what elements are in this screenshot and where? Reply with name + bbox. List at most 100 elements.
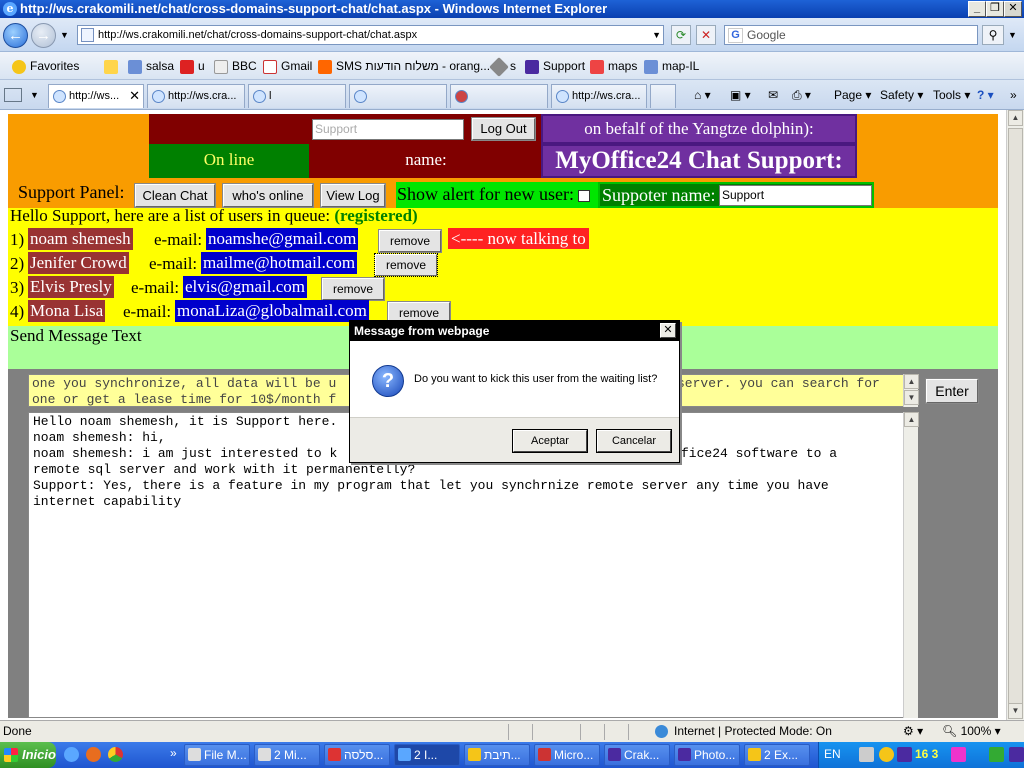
task-file-manager[interactable]: File M...: [184, 744, 250, 766]
mail-icon[interactable]: ✉: [768, 87, 778, 103]
stop-icon[interactable]: ✕: [696, 25, 716, 45]
safety-menu[interactable]: Safety ▾: [880, 87, 923, 103]
history-dropdown-icon[interactable]: ▼: [60, 30, 69, 40]
orange-icon: [318, 59, 332, 74]
add-favorite-icon[interactable]: [104, 58, 122, 74]
favorites-bar: Favorites salsa u BBC Gmail SMS משלוח הו…: [0, 52, 1024, 80]
queue-status: (registered): [334, 206, 418, 225]
tab-5[interactable]: [450, 84, 548, 108]
firefox-quicklaunch-icon[interactable]: [86, 747, 101, 762]
taskbar: Inicio » File M... 2 Mi... סלסה... 2 I..…: [0, 742, 1024, 768]
ie-quicklaunch-icon[interactable]: [64, 747, 79, 762]
logout-button[interactable]: Log Out: [471, 117, 536, 141]
task-salsa[interactable]: סלסה...: [324, 744, 390, 766]
tab-list-icon[interactable]: ▼: [30, 90, 39, 100]
user-1-remove-button[interactable]: remove: [378, 229, 442, 253]
user-1-email-label: e-mail:: [154, 230, 203, 249]
address-dropdown-icon[interactable]: ▼: [652, 26, 661, 44]
close-tab-icon[interactable]: ✕: [129, 85, 140, 107]
search-input[interactable]: G Google: [724, 25, 978, 45]
tray-icon[interactable]: [951, 747, 966, 762]
user-2-index: 2): [10, 254, 25, 273]
minimize-button[interactable]: _: [968, 1, 986, 17]
user-3-remove-button[interactable]: remove: [321, 277, 385, 301]
tools-menu[interactable]: Tools ▾: [933, 87, 970, 103]
ok-button[interactable]: Aceptar: [512, 429, 588, 453]
user-1-index: 1): [10, 230, 25, 249]
enter-button[interactable]: Enter: [925, 378, 979, 404]
fav-s[interactable]: s: [489, 56, 516, 77]
fav-support[interactable]: Support: [525, 58, 585, 74]
alert-checkbox[interactable]: [578, 189, 591, 202]
keyboard-icon[interactable]: [859, 747, 874, 762]
language-indicator[interactable]: EN: [824, 747, 841, 761]
address-input[interactable]: http://ws.crakomili.net/chat/cross-domai…: [77, 25, 664, 45]
maximize-button[interactable]: ❐: [986, 1, 1004, 17]
page-scrollbar[interactable]: ▲ ▼: [1006, 110, 1024, 720]
back-button[interactable]: ←: [3, 23, 28, 48]
scroll-down-icon[interactable]: ▼: [1008, 703, 1023, 719]
task-2-ie[interactable]: 2 I...: [394, 744, 460, 766]
tab-2[interactable]: http://ws.cra...: [147, 84, 245, 108]
tab-6[interactable]: http://ws.cra...: [551, 84, 647, 108]
home-icon[interactable]: ⌂ ▾: [694, 87, 711, 103]
tab-4[interactable]: [349, 84, 447, 108]
window-titlebar: e http://ws.crakomili.net/chat/cross-dom…: [0, 0, 1024, 18]
chrome-quicklaunch-icon[interactable]: [108, 747, 123, 762]
search-options-icon[interactable]: ▼: [1008, 30, 1017, 40]
network-icon[interactable]: [989, 747, 1004, 762]
search-icon[interactable]: ⚲: [982, 25, 1004, 45]
fav-gmail[interactable]: Gmail: [263, 58, 312, 74]
security-zone[interactable]: Internet | Protected Mode: On: [674, 721, 832, 741]
task-crak[interactable]: Crak...: [604, 744, 670, 766]
close-window-button[interactable]: ✕: [1004, 1, 1022, 17]
message-scrollbar[interactable]: ▲ ▼: [903, 374, 919, 407]
chevron-right-icon[interactable]: »: [1010, 87, 1017, 103]
tab-3[interactable]: l: [248, 84, 346, 108]
tab-1[interactable]: http://ws... ✕: [48, 84, 144, 108]
fav-maps[interactable]: maps: [590, 58, 637, 74]
favorites-button[interactable]: Favorites: [12, 58, 79, 74]
whos-online-button[interactable]: who's online: [222, 183, 314, 208]
c-logo-icon[interactable]: [897, 747, 912, 762]
fav-salsa[interactable]: salsa: [128, 58, 174, 74]
help-icon[interactable]: ? ▾: [977, 87, 994, 103]
c-logo-icon-2[interactable]: [1009, 747, 1024, 762]
task-2-mi[interactable]: 2 Mi...: [254, 744, 320, 766]
quick-tabs-icon[interactable]: [4, 88, 22, 102]
fav-sms[interactable]: SMS משלוח הודעות - orang...: [318, 58, 490, 74]
windows-logo-icon: [4, 748, 18, 762]
user-1-name: noam shemesh: [28, 228, 133, 250]
user-3-name: Elvis Presly: [28, 276, 114, 298]
start-button[interactable]: Inicio: [0, 742, 56, 768]
chat-log-scrollbar[interactable]: ▲: [903, 412, 919, 718]
scroll-up-icon[interactable]: ▲: [1008, 110, 1023, 126]
print-icon[interactable]: ⎙ ▾: [792, 87, 811, 103]
page-menu[interactable]: Page ▾: [834, 87, 871, 103]
fav-youtube[interactable]: u: [180, 58, 205, 74]
supporter-name-input[interactable]: Support: [719, 185, 872, 206]
view-log-button[interactable]: View Log: [320, 183, 386, 208]
support-name-input[interactable]: Support: [312, 119, 464, 140]
zoom-control[interactable]: 🔍︎ 100% ▾: [942, 721, 1001, 741]
feeds-icon[interactable]: ▣ ▾: [730, 87, 751, 103]
tray-app-icon[interactable]: [879, 747, 894, 762]
refresh-icon[interactable]: ⟳: [671, 25, 691, 45]
clean-chat-button[interactable]: Clean Chat: [134, 183, 216, 208]
new-tab-button[interactable]: [650, 84, 676, 108]
task-inbox[interactable]: תיבת...: [464, 744, 530, 766]
task-micro[interactable]: Micro...: [534, 744, 600, 766]
forward-button[interactable]: →: [31, 23, 56, 48]
fav-map-il[interactable]: map-IL: [644, 58, 699, 74]
task-2-ex[interactable]: 2 Ex...: [744, 744, 810, 766]
dialog-close-icon[interactable]: ✕: [660, 323, 676, 338]
protected-mode-icon[interactable]: ⚙ ▾: [903, 721, 923, 741]
fav-bbc[interactable]: BBC: [214, 58, 257, 74]
more-quicklaunch-icon[interactable]: »: [170, 746, 177, 760]
scroll-thumb[interactable]: [1008, 128, 1023, 708]
user-2-remove-button[interactable]: remove: [374, 253, 438, 277]
search-placeholder: Google: [747, 28, 786, 42]
cancel-button[interactable]: Cancelar: [596, 429, 672, 453]
alert-label: Show alert for new user:: [397, 184, 574, 204]
task-photo[interactable]: Photo...: [674, 744, 740, 766]
